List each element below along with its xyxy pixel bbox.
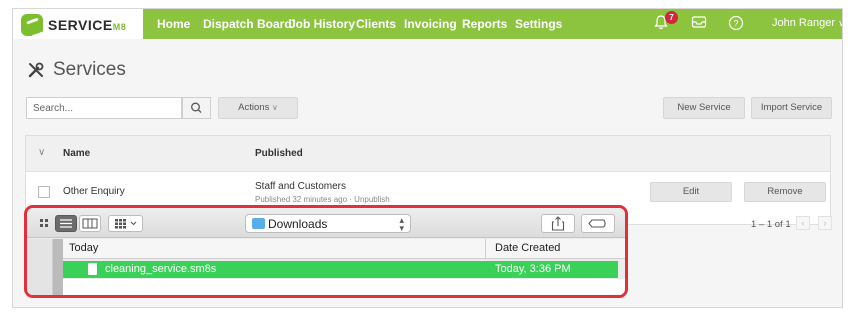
actions-dropdown[interactable]: Actions ∨ [218, 97, 298, 119]
chevron-down-icon: ∨ [271, 103, 278, 112]
grid-icon [40, 219, 48, 227]
new-service-button[interactable]: New Service [663, 97, 745, 119]
column-header-date-created[interactable]: Date Created [495, 242, 560, 254]
share-button[interactable] [541, 214, 575, 233]
columns-icon [82, 218, 98, 229]
published-audience: Staff and Customers [255, 181, 346, 192]
nav-item-dispatch-board[interactable]: Dispatch Board [203, 17, 292, 31]
pagination-label: 1 – 1 of 1 [751, 219, 791, 230]
file-list-empty-area [63, 279, 625, 295]
tag-button[interactable] [581, 214, 615, 233]
remove-button[interactable]: Remove [744, 182, 826, 202]
search-input[interactable] [26, 97, 182, 119]
share-icon [551, 216, 565, 231]
user-name: John Ranger [772, 17, 835, 29]
file-date: Today, 3:36 PM [495, 263, 571, 275]
help-icon[interactable]: ? [727, 15, 745, 33]
arrange-icon [115, 219, 137, 229]
nav-item-invoicing[interactable]: Invoicing [404, 17, 457, 31]
file-list-header: Today Date Created [63, 239, 625, 259]
column-divider[interactable] [485, 239, 486, 259]
logo-suffix: M8 [112, 22, 127, 32]
import-service-button[interactable]: Import Service [751, 97, 832, 119]
tag-icon [588, 219, 606, 228]
sidebar-scrollbar[interactable] [53, 239, 63, 295]
updown-chevron-icon: ▴ ▾ [399, 215, 404, 233]
inbox-icon[interactable] [690, 15, 708, 33]
published-detail: Published 32 minutes ago · Unpublish [255, 195, 390, 204]
file-name: cleaning_service.sm8s [105, 263, 217, 275]
top-nav-bar: SERVICEM8 Home Dispatch Board Job Histor… [13, 9, 842, 39]
sidebar [27, 239, 53, 295]
table-header: ∨ Name Published [26, 136, 830, 172]
logo-icon [21, 14, 43, 36]
page-title: Services [53, 59, 126, 80]
nav-item-reports[interactable]: Reports [462, 17, 507, 31]
column-header-name[interactable]: Name [63, 148, 90, 159]
column-header-today[interactable]: Today [69, 242, 98, 254]
file-dialog-toolbar: Downloads ▴ ▾ [27, 208, 625, 238]
arrange-menu-button[interactable] [108, 215, 143, 232]
chevron-right-icon: › [823, 218, 827, 228]
icon-view-button[interactable] [33, 215, 53, 232]
search-button[interactable] [182, 97, 211, 119]
column-header-published[interactable]: Published [255, 148, 303, 159]
document-icon [88, 263, 97, 275]
nav-item-clients[interactable]: Clients [356, 17, 396, 31]
nav-item-home[interactable]: Home [157, 17, 190, 31]
nav-item-job-history[interactable]: Job History [289, 17, 355, 31]
file-row-selected[interactable]: cleaning_service.sm8s Today, 3:36 PM [63, 261, 618, 278]
nav-item-settings[interactable]: Settings [515, 17, 562, 31]
select-all-chevron-icon[interactable]: ∨ [38, 147, 45, 158]
row-checkbox[interactable] [38, 186, 50, 198]
chevron-left-icon: ‹ [801, 218, 805, 228]
list-icon [60, 219, 72, 228]
file-dialog: Downloads ▴ ▾ Today Date Created cleaning… [24, 205, 628, 298]
next-page-button[interactable]: › [818, 216, 832, 230]
user-menu[interactable]: John Ranger ∨ [772, 17, 842, 29]
actions-label: Actions [238, 102, 270, 113]
svg-text:?: ? [733, 19, 738, 29]
chevron-down-icon: ∨ [838, 18, 842, 28]
logo[interactable]: SERVICEM8 [13, 9, 143, 39]
downloads-folder-icon [252, 218, 265, 229]
notification-badge: 7 [665, 11, 678, 24]
tools-icon [27, 61, 45, 79]
service-name[interactable]: Other Enquiry [63, 186, 125, 197]
location-label: Downloads [268, 217, 328, 231]
column-view-button[interactable] [79, 215, 101, 232]
location-dropdown[interactable]: Downloads ▴ ▾ [245, 214, 411, 233]
list-view-button[interactable] [55, 215, 77, 232]
logo-text: SERVICE [48, 17, 113, 33]
search-icon [191, 102, 202, 113]
edit-button[interactable]: Edit [650, 182, 732, 202]
prev-page-button[interactable]: ‹ [796, 216, 810, 230]
